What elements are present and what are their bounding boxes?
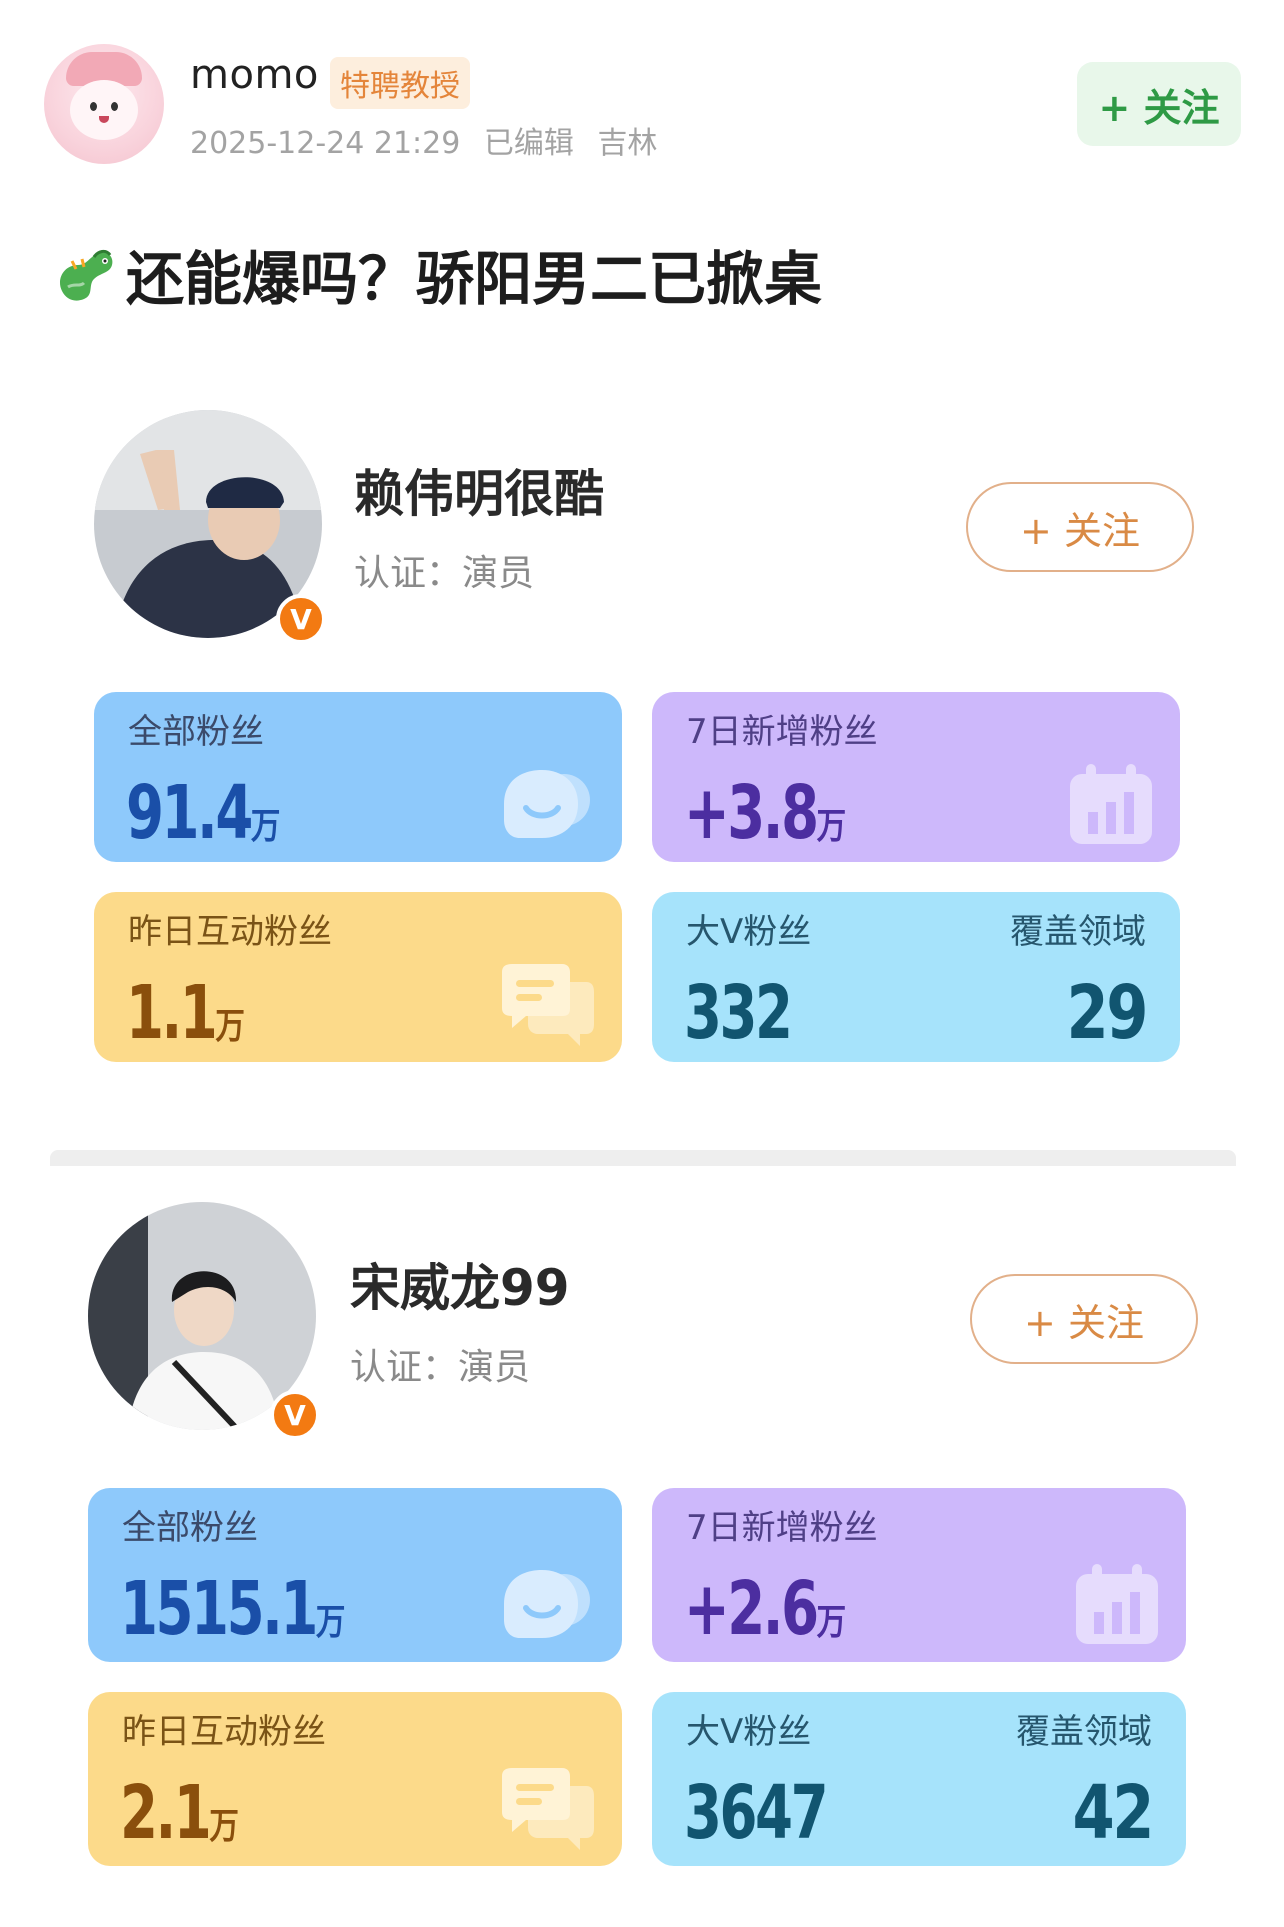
calendar-chart-icon [1076,1564,1158,1644]
post-location: 吉林 [597,126,658,161]
post-meta: 2025-12-24 21:29 已编辑 吉林 [190,118,671,162]
dragon-emoji-icon [59,249,113,301]
author-name[interactable]: momo [190,52,319,98]
stat-label: 全部粉丝 [128,712,264,752]
stat-tile-interactive-fans[interactable]: 昨日互动粉丝 2.1万 [88,1692,622,1866]
verified-badge: V [270,1390,320,1440]
stat-value: 3647 [684,1770,829,1856]
verified-badge: V [276,594,326,644]
follow-button[interactable]: + 关注 [966,482,1194,572]
post-title-row: 还能爆吗？骄阳男二已掀桌 [50,232,822,316]
profile-certification: 认证：演员 [350,1347,531,1388]
stat-value: +2.6万 [684,1566,847,1652]
fans-face-icon [504,770,590,838]
chat-bubble-icon [502,964,594,1046]
stat-tile-bigv-fans[interactable]: 大V粉丝 覆盖领域 332 29 [652,892,1180,1062]
follow-author-button[interactable]: + 关注 [1077,62,1241,146]
follow-button[interactable]: + 关注 [970,1274,1198,1364]
profile-name[interactable]: 赖伟明很酷 [354,454,604,526]
stat-value: +3.8万 [684,770,847,856]
stat-label: 昨日互动粉丝 [122,1712,326,1752]
stat-value-domain: 42 [1072,1770,1154,1856]
post-edited-flag: 已编辑 [483,126,574,161]
profile-name[interactable]: 宋威龙99 [350,1248,570,1320]
section-divider [50,1150,1236,1166]
stat-value: 91.4万 [126,770,281,856]
stat-value: 332 [684,970,793,1056]
post-title: 还能爆吗？骄阳男二已掀桌 [126,245,823,313]
author-badge: 特聘教授 [330,57,470,109]
stat-label: 全部粉丝 [122,1508,258,1548]
stat-label-domain: 覆盖领域 [1010,912,1146,952]
stat-label-domain: 覆盖领域 [1016,1712,1152,1752]
stat-value: 2.1万 [120,1770,239,1856]
stat-label: 大V粉丝 [686,1712,812,1752]
fans-face-icon [504,1570,590,1638]
stat-label: 大V粉丝 [686,912,812,952]
profile-certification: 认证：演员 [354,553,535,594]
calendar-chart-icon [1070,764,1152,844]
stat-tile-bigv-fans[interactable]: 大V粉丝 覆盖领域 3647 42 [652,1692,1186,1866]
stat-label: 昨日互动粉丝 [128,912,332,952]
chat-bubble-icon [502,1768,594,1850]
post-timestamp: 2025-12-24 21:29 [190,126,461,161]
stat-tile-total-fans[interactable]: 全部粉丝 91.4万 [94,692,622,862]
stat-tile-interactive-fans[interactable]: 昨日互动粉丝 1.1万 [94,892,622,1062]
stat-value: 1.1万 [126,970,245,1056]
stat-value-domain: 29 [1066,970,1148,1056]
author-avatar[interactable] [44,44,164,164]
stat-label: 7日新增粉丝 [686,712,878,752]
stat-tile-total-fans[interactable]: 全部粉丝 1515.1万 [88,1488,622,1662]
stat-value: 1515.1万 [120,1566,346,1652]
stat-tile-new-fans[interactable]: 7日新增粉丝 +3.8万 [652,692,1180,862]
stat-tile-new-fans[interactable]: 7日新增粉丝 +2.6万 [652,1488,1186,1662]
stat-label: 7日新增粉丝 [686,1508,878,1548]
